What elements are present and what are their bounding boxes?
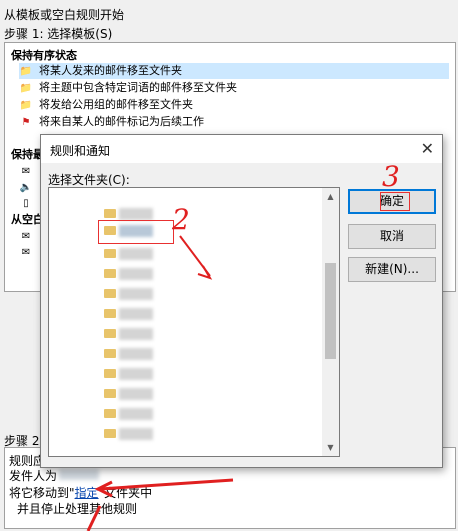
annotation-overlay — [86, 235, 234, 531]
annotation-number-3: 3 — [382, 160, 400, 193]
annotation-number-2: 2 — [172, 203, 190, 236]
annotation-arrow-link — [99, 478, 234, 491]
annotation-stroke-bottom — [86, 505, 102, 531]
